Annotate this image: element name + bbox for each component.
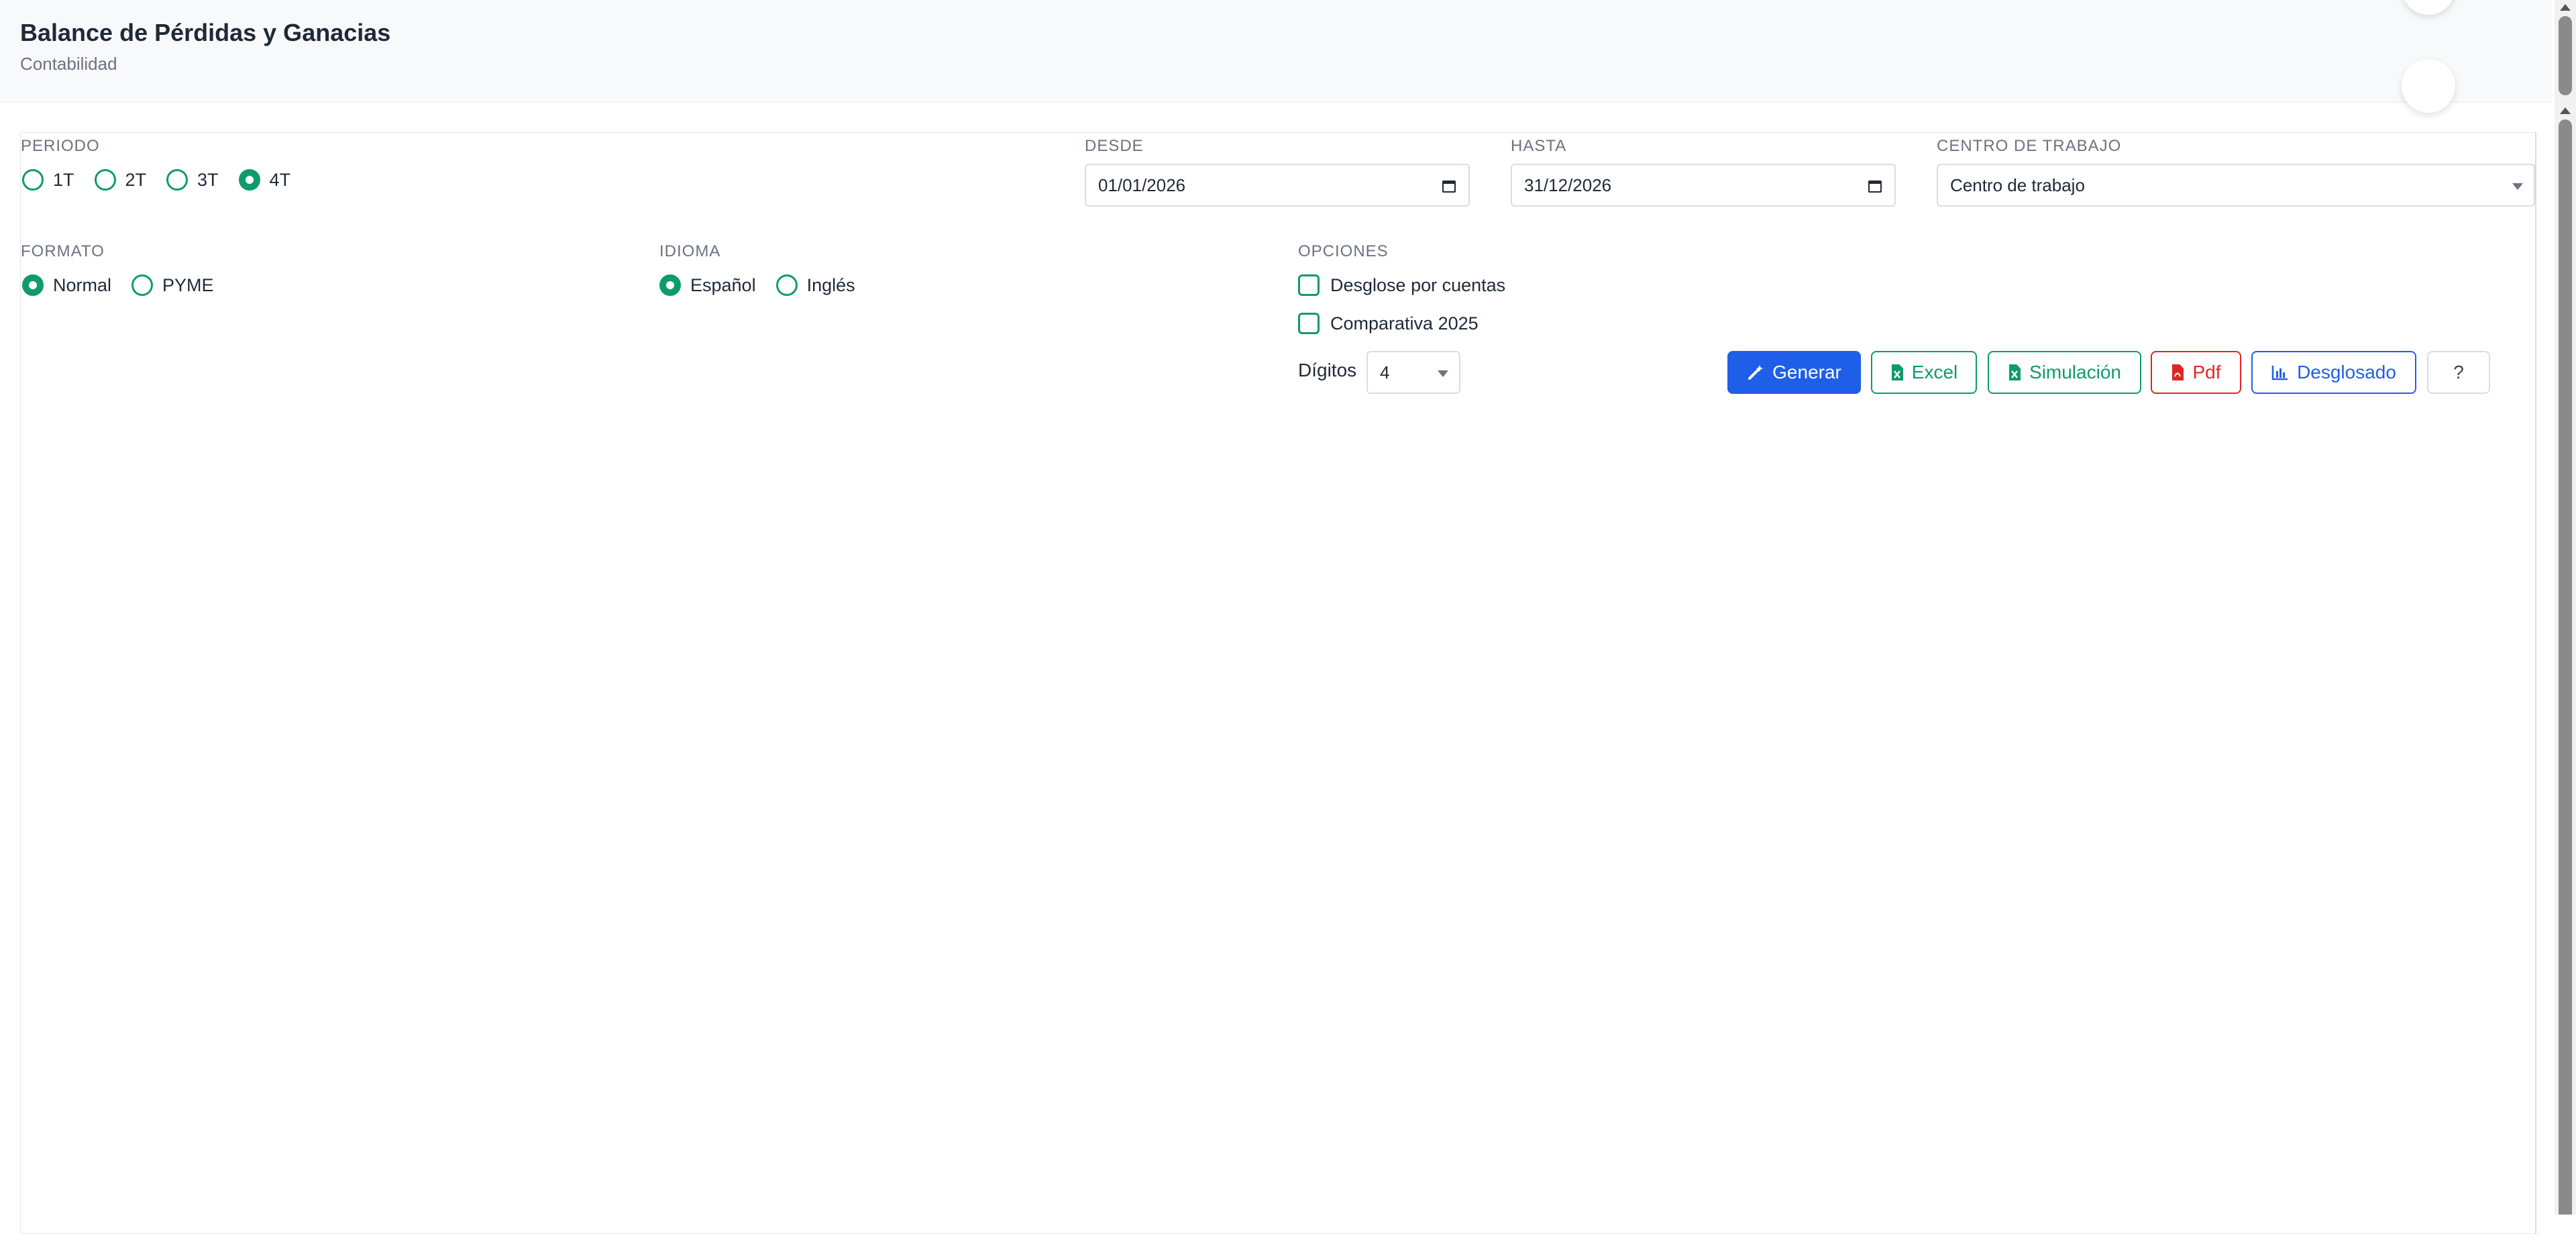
file-excel-icon	[2009, 364, 2021, 380]
scroll-up-arrow-icon[interactable]	[2560, 107, 2571, 114]
chevron-down-icon	[1438, 370, 1448, 377]
radio-button[interactable]	[94, 169, 116, 191]
file-excel-icon	[1891, 364, 1903, 380]
page-scrollbar[interactable]	[2555, 0, 2576, 1215]
page-title: Balance de Pérdidas y Ganacias	[20, 19, 391, 46]
desglose-cuentas-checkbox-row[interactable]: Desglose por cuentas	[1298, 274, 1505, 296]
radio-label: 4T	[269, 169, 291, 190]
radio-button[interactable]	[775, 274, 798, 296]
hasta-date-value: 31/12/2026	[1524, 174, 1612, 195]
scroll-up-arrow-icon[interactable]	[2560, 4, 2571, 11]
comparativa-checkbox[interactable]	[1298, 313, 1320, 334]
periodo-option-3t[interactable]: 3T	[166, 169, 219, 191]
periodo-radio-group: 1T 2T 3T 4T	[22, 169, 311, 191]
generar-button-label: Generar	[1772, 362, 1841, 382]
centro-select[interactable]: Centro de trabajo	[1937, 164, 2535, 207]
pdf-button-label: Pdf	[2192, 362, 2221, 382]
radio-label: Inglés	[806, 274, 855, 295]
bar-chart-icon	[2271, 366, 2288, 380]
periodo-label: PERIODO	[21, 137, 100, 155]
digitos-label: Dígitos	[1298, 360, 1357, 380]
digitos-select-value: 4	[1380, 362, 1390, 382]
opciones-label: OPCIONES	[1298, 242, 1389, 260]
checkbox-label: Comparativa 2025	[1330, 313, 1479, 333]
scrollbar-thumb[interactable]	[2559, 119, 2572, 1215]
pdf-button[interactable]: Pdf	[2151, 351, 2241, 394]
formato-option-normal[interactable]: Normal	[22, 274, 111, 296]
radio-label: 2T	[125, 169, 147, 190]
desglosado-button-label: Desglosado	[2297, 362, 2396, 382]
chevron-down-icon	[2512, 183, 2523, 190]
desde-label: DESDE	[1085, 137, 1144, 155]
idioma-label: IDIOMA	[659, 242, 721, 260]
desde-date-input[interactable]: 01/01/2026	[1085, 164, 1470, 207]
hasta-date-input[interactable]: 31/12/2026	[1511, 164, 1896, 207]
simulacion-button-label: Simulación	[2029, 362, 2121, 382]
report-options-panel: PERIODO 1T 2T 3T 4T DESDE 01/01/2026 HAS…	[20, 132, 2536, 1234]
desglose-cuentas-checkbox[interactable]	[1298, 274, 1320, 296]
formato-option-pyme[interactable]: PYME	[131, 274, 214, 296]
radio-button[interactable]	[22, 169, 44, 191]
excel-button-label: Excel	[1911, 362, 1958, 382]
page-header: Balance de Pérdidas y Ganacias Contabili…	[0, 0, 2552, 103]
centro-label: CENTRO DE TRABAJO	[1937, 137, 2122, 155]
help-button-label: ?	[2453, 362, 2464, 382]
radio-button[interactable]	[166, 169, 189, 191]
radio-button-selected[interactable]	[22, 274, 44, 296]
desglosado-button[interactable]: Desglosado	[2251, 351, 2416, 394]
simulacion-button[interactable]: Simulación	[1988, 351, 2141, 394]
desde-date-value: 01/01/2026	[1098, 174, 1186, 195]
formato-radio-group: Normal PYME	[22, 274, 234, 296]
formato-label: FORMATO	[21, 242, 105, 260]
scrollbar-thumb[interactable]	[2559, 16, 2572, 95]
excel-button[interactable]: Excel	[1871, 351, 1977, 394]
periodo-option-2t[interactable]: 2T	[94, 169, 147, 191]
page-subtitle: Contabilidad	[20, 54, 117, 74]
idioma-radio-group: Español Inglés	[659, 274, 875, 296]
periodo-option-1t[interactable]: 1T	[22, 169, 74, 191]
digitos-select[interactable]: 4	[1366, 351, 1460, 394]
radio-button[interactable]	[131, 274, 154, 296]
idioma-option-ingles[interactable]: Inglés	[775, 274, 855, 296]
generar-button[interactable]: Generar	[1727, 351, 1861, 394]
floating-action-button-2[interactable]	[2402, 59, 2455, 113]
radio-label: 1T	[53, 169, 74, 190]
magic-wand-icon	[1748, 365, 1764, 380]
radio-label: Español	[690, 274, 756, 295]
radio-label: PYME	[162, 274, 214, 295]
comparativa-checkbox-row[interactable]: Comparativa 2025	[1298, 313, 1479, 334]
centro-select-value: Centro de trabajo	[1950, 174, 2085, 195]
hasta-label: HASTA	[1511, 137, 1567, 155]
calendar-icon[interactable]	[1442, 178, 1456, 193]
help-button[interactable]: ?	[2427, 351, 2490, 394]
periodo-option-4t[interactable]: 4T	[238, 169, 291, 191]
radio-button-selected[interactable]	[238, 169, 260, 191]
idioma-option-espanol[interactable]: Español	[659, 274, 756, 296]
radio-label: 3T	[197, 169, 219, 190]
radio-button-selected[interactable]	[659, 274, 681, 296]
calendar-icon[interactable]	[1868, 178, 1882, 193]
checkbox-label: Desglose por cuentas	[1330, 274, 1506, 295]
file-pdf-icon	[2172, 364, 2184, 380]
radio-label: Normal	[53, 274, 112, 295]
